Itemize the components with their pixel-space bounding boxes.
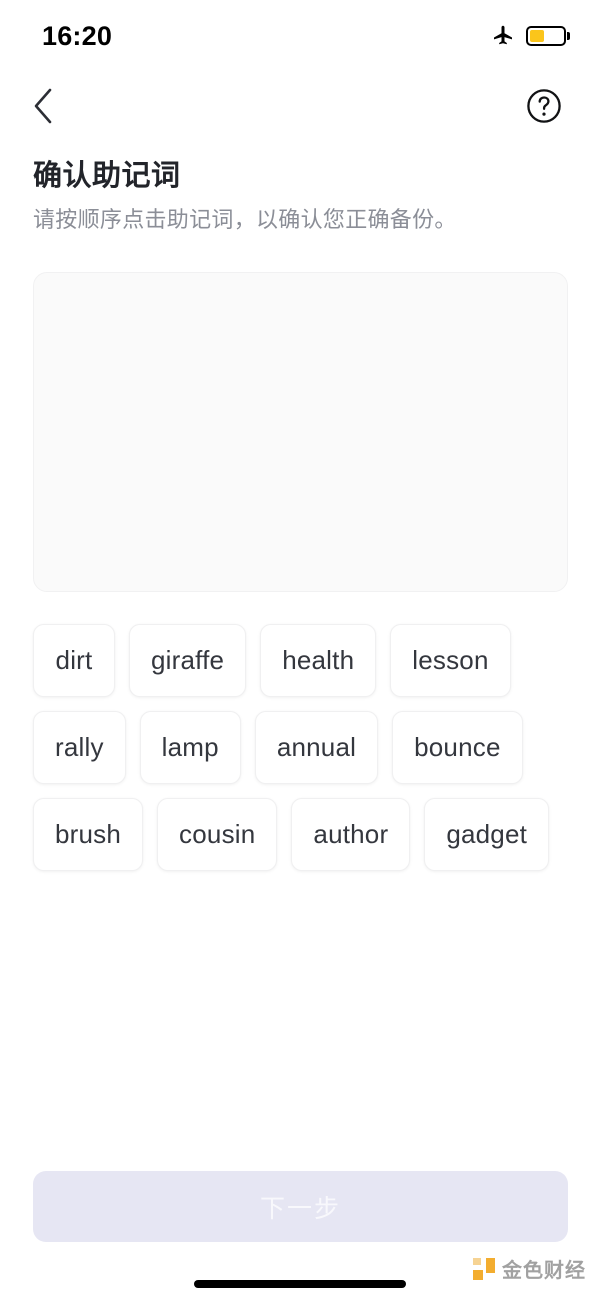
header-block: 确认助记词 请按顺序点击助记词，以确认您正确备份。	[33, 158, 573, 235]
watermark-text: 金色财经	[502, 1260, 586, 1282]
battery-fill	[530, 30, 545, 42]
word-chip[interactable]: annual	[254, 711, 379, 784]
watermark: 金色财经	[473, 1254, 586, 1283]
word-chip[interactable]: dirt	[33, 624, 115, 697]
word-pool: dirt giraffe health lesson rally lamp annual bo…	[33, 624, 573, 871]
word-chip[interactable]: cousin	[157, 798, 278, 871]
word-chip[interactable]: author	[291, 798, 411, 871]
word-chip[interactable]: gadget	[424, 798, 550, 871]
page-subtitle: 请按顺序点击助记词，以确认您正确备份。	[33, 207, 457, 233]
word-chip[interactable]: health	[260, 624, 377, 697]
status-bar-indicators	[491, 22, 566, 51]
word-chip[interactable]: rally	[33, 711, 126, 784]
page-title: 确认助记词	[33, 160, 181, 192]
status-bar: 16:20	[0, 0, 600, 72]
status-bar-clock: 16:20	[42, 20, 113, 51]
question-mark-circle-icon	[527, 89, 561, 123]
watermark-logo-icon	[473, 1257, 495, 1280]
battery-icon	[526, 26, 566, 46]
airplane-mode-icon	[491, 22, 515, 51]
word-chip[interactable]: giraffe	[129, 624, 247, 697]
navigation-bar	[0, 72, 600, 140]
help-button[interactable]	[520, 82, 568, 130]
selected-words-area[interactable]	[33, 272, 568, 592]
chevron-left-icon	[34, 88, 52, 124]
next-button[interactable]: 下一步	[33, 1171, 568, 1242]
word-chip[interactable]: bounce	[392, 711, 523, 784]
home-indicator	[194, 1280, 406, 1288]
word-chip[interactable]: lamp	[139, 711, 241, 784]
word-chip[interactable]: brush	[33, 798, 144, 871]
word-chip[interactable]: lesson	[390, 624, 511, 697]
back-button[interactable]	[20, 82, 68, 130]
